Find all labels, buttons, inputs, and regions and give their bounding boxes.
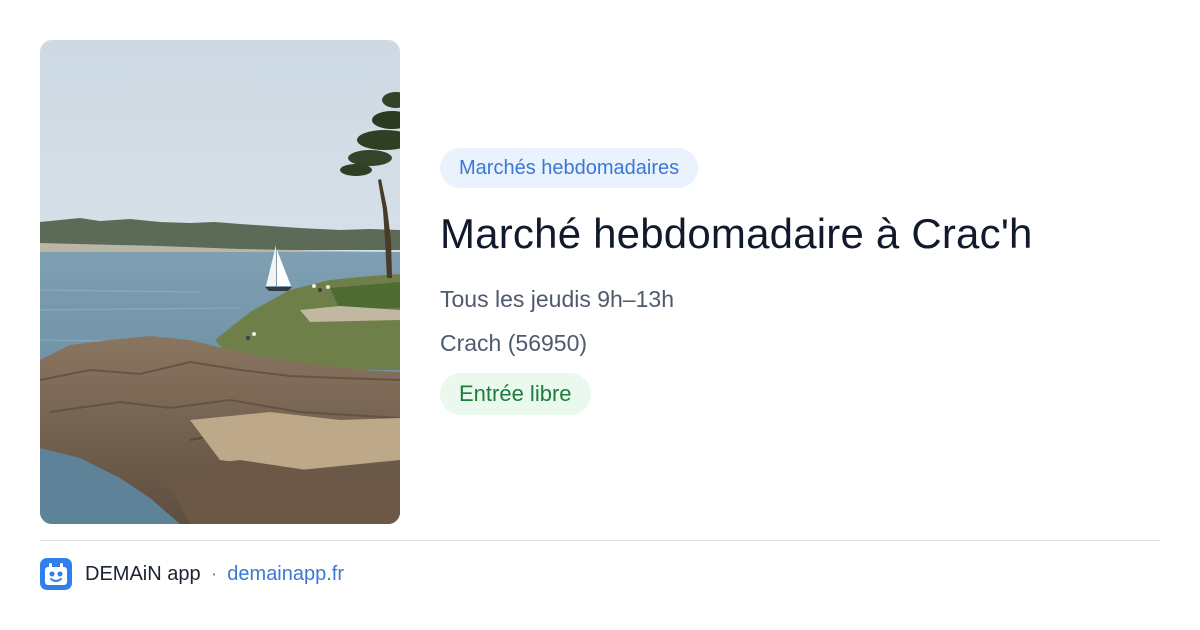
- coastal-landscape-photo: [40, 40, 400, 524]
- event-title: Marché hebdomadaire à Crac'h: [440, 210, 1033, 257]
- app-name: DEMAiN app: [85, 562, 201, 585]
- footer-separator: ·: [210, 562, 218, 585]
- event-info: Marchés hebdomadaires Marché hebdomadair…: [440, 148, 1160, 415]
- footer: DEMAiN app · demainapp.fr: [40, 558, 344, 590]
- footer-divider: [40, 540, 1160, 541]
- demain-app-logo-icon: [40, 558, 72, 590]
- event-location: Crach (56950): [440, 330, 588, 356]
- price-badge: Entrée libre: [440, 373, 591, 415]
- app-website-link[interactable]: demainapp.fr: [227, 563, 344, 586]
- category-badge[interactable]: Marchés hebdomadaires: [440, 148, 699, 188]
- event-photo: [40, 40, 400, 524]
- event-schedule: Tous les jeudis 9h–13h: [440, 286, 674, 312]
